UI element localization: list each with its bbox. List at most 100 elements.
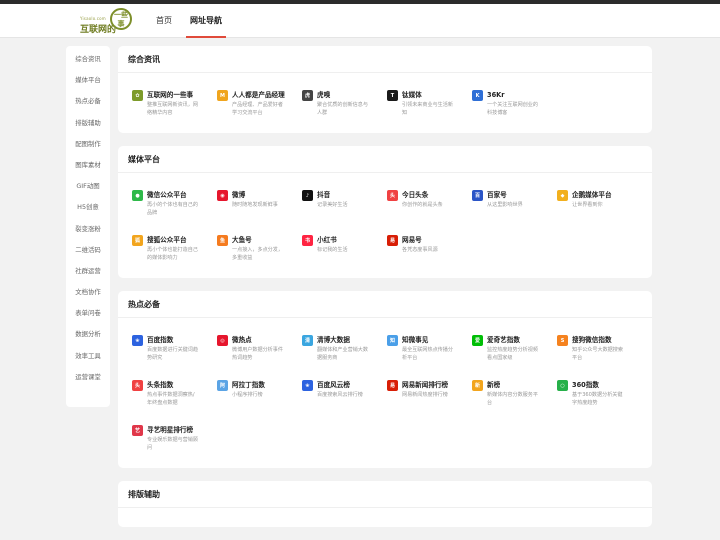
site-link[interactable]: M 人人都是产品经理 产品经理、产品爱好者学习交流平台 xyxy=(217,90,302,127)
site-text: 大鱼号 一点接入，多点分发，多重收益 xyxy=(232,235,284,262)
site-text: 网易号 各凭态度事风源 xyxy=(402,235,438,254)
site-name: 阿拉丁指数 xyxy=(232,381,265,389)
xinbang-logo-icon: 新 xyxy=(472,380,483,391)
site-description: 各凭态度事风源 xyxy=(402,247,438,253)
site-link[interactable]: 头今日头条 你创作的就是头条 xyxy=(387,190,472,227)
site-link[interactable]: 狐搜狐公众平台 再小个体也能打造自己的媒体影响力 xyxy=(132,235,217,272)
site-name: 今日头条 xyxy=(402,191,429,199)
site-link[interactable]: ◆ 企鹅媒体平台 让世界看到你 xyxy=(557,190,642,227)
site-description: 网易新闻热度排行榜 xyxy=(402,392,448,398)
site-link[interactable]: 清清博大数据 翻媒体和产业营销大数据服务商 xyxy=(302,335,387,372)
site-text: 36Kr 一个关注互联网创业的科技博客 xyxy=(487,90,539,117)
site-text: 虎嗅 聚合优质的创新信息与人群 xyxy=(317,90,369,117)
sidebar-item[interactable]: H5创意 xyxy=(66,197,110,218)
site-text: 清博大数据 翻媒体和产业营销大数据服务商 xyxy=(317,335,369,362)
site-text: 互联网的一些事 整推互联网新资讯，网络精华内容 xyxy=(147,90,199,117)
site-link[interactable]: T 钛媒体 引领未来商业与生活新知 xyxy=(387,90,472,127)
sidebar-item[interactable]: 综合资讯 xyxy=(66,49,110,70)
leaf-logo-icon: ✿ xyxy=(132,90,143,101)
weibo-logo-icon: ◉ xyxy=(217,190,228,201)
site-link[interactable]: 百百家号 从这里影响世界 xyxy=(472,190,557,227)
site-description: 记录美好生活 xyxy=(317,202,348,208)
sidebar-item[interactable]: 文档协作 xyxy=(66,282,110,303)
sidebar-item[interactable]: 图库素材 xyxy=(66,155,110,176)
site-name: 百家号 xyxy=(487,191,507,199)
site-description: 基于360数据分析关键字热度趋势 xyxy=(572,392,623,406)
site-name: 36Kr xyxy=(487,91,505,99)
site-text: 阿拉丁指数 小程序排行榜 xyxy=(232,380,265,399)
site-link[interactable]: 书小红书 标记我的生活 xyxy=(302,235,387,272)
section-title: 综合资讯 xyxy=(118,46,652,73)
site-link[interactable]: 易网易新闻排行榜 网易新闻热度排行榜 xyxy=(387,380,472,417)
site-name: 寻艺明星排行榜 xyxy=(147,426,194,434)
site-description: 再小个体也能打造自己的媒体影响力 xyxy=(147,247,198,261)
site-link[interactable]: 新新榜 新媒体内容分数服务平台 xyxy=(472,380,557,417)
sidebar-item[interactable]: 社群运营 xyxy=(66,261,110,282)
site-logo[interactable]: Yisaolo.com 互联网的 一些事 xyxy=(80,8,134,36)
sidebar-item[interactable]: 效率工具 xyxy=(66,346,110,367)
site-name: 头条指数 xyxy=(147,381,174,389)
site-description: 引领未来商业与生活新知 xyxy=(402,102,453,116)
site-link[interactable]: 易网易号 各凭态度事风源 xyxy=(387,235,472,272)
nav-site-directory[interactable]: 网址导航 xyxy=(186,4,226,38)
site-link[interactable]: ○ 360指数 基于360数据分析关键字热度趋势 xyxy=(557,380,642,417)
site-link[interactable]: ◎ 微热点 微博用户数据分析事件热词趋势 xyxy=(217,335,302,372)
site-link[interactable]: 阿阿拉丁指数 小程序排行榜 xyxy=(217,380,302,417)
sidebar-item[interactable]: 表单问卷 xyxy=(66,303,110,324)
xunyi-logo-icon: 艺 xyxy=(132,425,143,436)
sidebar-item[interactable]: 二维活码 xyxy=(66,240,110,261)
site-description: 热点事件数据洞察热/年终盘点数据 xyxy=(147,392,195,406)
sidebar-item[interactable]: 热点必备 xyxy=(66,91,110,112)
logo-stamp-icon: 一些事 xyxy=(110,8,132,30)
site-text: 搜狐公众平台 再小个体也能打造自己的媒体影响力 xyxy=(147,235,199,262)
qingbo-logo-icon: 清 xyxy=(302,335,313,346)
site-link[interactable]: S 搜狗微信指数 知乎公众号大数据搜索平台 xyxy=(557,335,642,372)
360-logo-icon: ○ xyxy=(557,380,568,391)
site-description: 聚合优质的创新信息与人群 xyxy=(317,102,368,116)
sohu-logo-icon: 狐 xyxy=(132,235,143,246)
site-link[interactable]: ✿ 互联网的一些事 整推互联网新资讯，网络精华内容 xyxy=(132,90,217,127)
site-link[interactable]: ❀ 百度风云榜 百度搜索风云排行榜 xyxy=(302,380,387,417)
site-description: 标记我的生活 xyxy=(317,247,348,253)
baidu-logo-icon: ❀ xyxy=(132,335,143,346)
sidebar-item[interactable]: 运营课堂 xyxy=(66,367,110,388)
site-link[interactable]: ❀ 百度指数百度数据进行关键词趋势研究 xyxy=(132,335,217,372)
site-text: 微博 随时随地发现新鲜事 xyxy=(232,190,278,209)
site-link[interactable]: 头头条指数 热点事件数据洞察热/年终盘点数据 xyxy=(132,380,217,417)
site-link[interactable]: ◉ 微博 随时随地发现新鲜事 xyxy=(217,190,302,227)
site-text: 知微事见 最全互联网热点传播分析平台 xyxy=(402,335,454,362)
sidebar-item[interactable]: GIF动图 xyxy=(66,176,110,197)
site-name: 搜狗微信指数 xyxy=(572,336,612,344)
section-card: 热点必备 ❀ 百度指数百度数据进行关键词趋势研究 ◎ 微热点 微博用户数据分析事件热词趋势… xyxy=(118,291,652,468)
sidebar-item[interactable]: 排版辅助 xyxy=(66,113,110,134)
sogou-logo-icon: S xyxy=(557,335,568,346)
site-link[interactable]: 艺寻艺明星排行榜 专业娱乐数据与营销顾问 xyxy=(132,425,217,462)
site-link[interactable]: 虎虎嗅 聚合优质的创新信息与人群 xyxy=(302,90,387,127)
site-name: 企鹅媒体平台 xyxy=(572,191,612,199)
wangyi-news-logo-icon: 易 xyxy=(387,380,398,391)
site-text: 360指数 基于360数据分析关键字热度趋势 xyxy=(572,380,624,407)
sidebar-item[interactable]: 媒体平台 xyxy=(66,70,110,91)
site-description: 整推互联网新资讯，网络精华内容 xyxy=(147,102,198,116)
site-text: 钛媒体 引领未来商业与生活新知 xyxy=(402,90,454,117)
sidebar-item[interactable]: 配图制作 xyxy=(66,134,110,155)
sidebar-item[interactable]: 裂变涨粉 xyxy=(66,219,110,240)
site-text: 小红书 标记我的生活 xyxy=(317,235,348,254)
section-title: 热点必备 xyxy=(118,291,652,318)
site-link[interactable]: ♪ 抖音 记录美好生活 xyxy=(302,190,387,227)
site-link[interactable]: 爱爱奇艺指数 监控热度趋势分析视频看点国家级 xyxy=(472,335,557,372)
section-title: 排版辅助 xyxy=(118,481,652,508)
site-link[interactable]: K 36Kr 一个关注互联网创业的科技博客 xyxy=(472,90,557,127)
site-link[interactable]: ● 微信公众平台 再小的个体也有自己的品牌 xyxy=(132,190,217,227)
sidebar-item[interactable]: 数据分析 xyxy=(66,324,110,345)
site-description: 百度数据进行关键词趋势研究 xyxy=(147,347,198,361)
nav-home[interactable]: 首页 xyxy=(154,4,174,38)
site-text: 百家号 从这里影响世界 xyxy=(487,190,523,209)
site-text: 爱奇艺指数 监控热度趋势分析视频看点国家级 xyxy=(487,335,539,362)
site-name: 百度指数 xyxy=(147,336,174,344)
site-text: 抖音 记录美好生活 xyxy=(317,190,348,209)
site-link[interactable]: 鱼大鱼号 一点接入，多点分发，多重收益 xyxy=(217,235,302,272)
site-description: 让世界看到你 xyxy=(572,202,603,208)
site-link[interactable]: 知知微事见 最全互联网热点传播分析平台 xyxy=(387,335,472,372)
wechat-logo-icon: ● xyxy=(132,190,143,201)
